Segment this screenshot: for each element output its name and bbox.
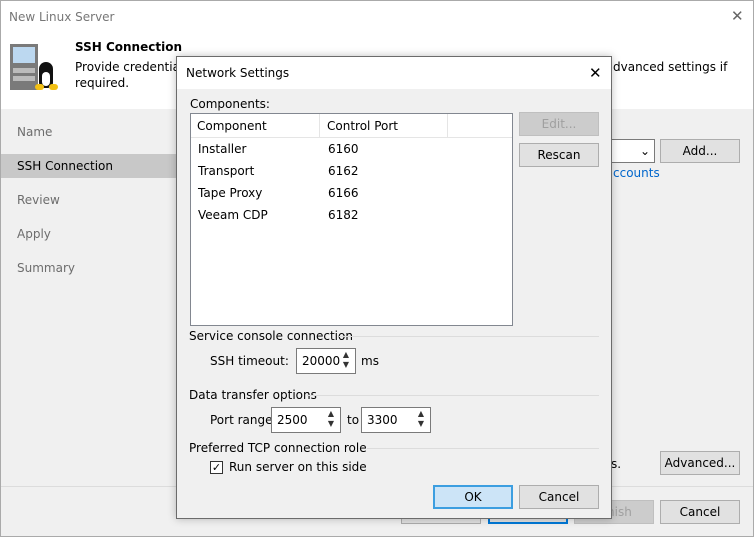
components-label: Components:	[190, 97, 270, 111]
control-port: 6162	[328, 164, 359, 178]
component-name: Transport	[198, 164, 255, 178]
component-name: Veeam CDP	[198, 208, 268, 222]
control-port: 6182	[328, 208, 359, 222]
checkmark-icon: ✓	[211, 461, 222, 474]
rescan-button[interactable]: Rescan	[519, 143, 599, 167]
control-port: 6160	[328, 142, 359, 156]
tcp-role-group: Preferred TCP connection role	[189, 441, 599, 455]
group-label: Preferred TCP connection role	[189, 441, 367, 455]
close-icon[interactable]: ✕	[589, 57, 602, 89]
ok-button[interactable]: OK	[433, 485, 513, 509]
dialog-title: Network Settings	[186, 66, 290, 80]
note-text: s.	[611, 457, 622, 471]
add-button[interactable]: Add...	[660, 139, 740, 163]
components-list[interactable]: Component Control Port Installer 6160 Tra…	[190, 113, 513, 326]
nav-item-apply[interactable]: Apply	[1, 222, 177, 246]
column-header-component[interactable]: Component	[197, 119, 267, 133]
nav-item-summary[interactable]: Summary	[1, 256, 177, 280]
ssh-timeout-value: 20000	[302, 354, 341, 368]
nav-item-ssh-connection[interactable]: SSH Connection	[1, 154, 177, 178]
linux-penguin-icon	[34, 62, 60, 92]
cancel-button[interactable]: Cancel	[660, 500, 740, 524]
edit-button[interactable]: Edit...	[519, 112, 599, 136]
port-from-value: 2500	[277, 413, 308, 427]
header-description: Provide credentials	[75, 60, 190, 74]
port-to-value: 3300	[367, 413, 398, 427]
component-name: Installer	[198, 142, 247, 156]
dialog-title-bar: Network Settings ✕	[177, 57, 611, 89]
port-to-spinner[interactable]: 3300 ▲ ▼	[361, 407, 431, 433]
nav-item-review[interactable]: Review	[1, 188, 177, 212]
close-icon[interactable]: ✕	[731, 7, 744, 25]
spinner-arrows-icon[interactable]: ▲ ▼	[341, 350, 351, 370]
to-label: to	[347, 413, 360, 427]
component-name: Tape Proxy	[198, 186, 263, 200]
list-row[interactable]: Installer 6160	[198, 138, 508, 160]
port-range-label: Port range:	[210, 413, 277, 427]
spinner-arrows-icon[interactable]: ▲ ▼	[326, 409, 336, 429]
window-title: New Linux Server	[9, 10, 115, 24]
list-row[interactable]: Veeam CDP 6182	[198, 204, 508, 226]
port-from-spinner[interactable]: 2500 ▲ ▼	[271, 407, 341, 433]
chevron-down-icon: ⌄	[639, 144, 650, 158]
run-server-checkbox[interactable]: ✓	[210, 461, 223, 474]
network-settings-dialog: Network Settings ✕ Components: Component…	[176, 56, 612, 519]
manage-accounts-link[interactable]: ccounts	[613, 166, 660, 180]
run-server-label[interactable]: Run server on this side	[229, 460, 367, 474]
header-title: SSH Connection	[75, 40, 182, 54]
group-label: Data transfer options	[189, 388, 317, 402]
list-header: Component Control Port	[191, 114, 512, 138]
title-bar: New Linux Server ✕	[1, 1, 753, 34]
ms-label: ms	[361, 354, 379, 368]
dialog-cancel-button[interactable]: Cancel	[519, 485, 599, 509]
service-console-group: Service console connection	[189, 329, 599, 343]
header-description-line2: required.	[75, 76, 130, 90]
spinner-arrows-icon[interactable]: ▲ ▼	[416, 409, 426, 429]
advanced-button[interactable]: Advanced...	[660, 451, 740, 475]
list-row[interactable]: Transport 6162	[198, 160, 508, 182]
ssh-timeout-label: SSH timeout:	[210, 354, 289, 368]
header-description-right: dvanced settings if	[613, 60, 728, 74]
control-port: 6166	[328, 186, 359, 200]
nav-item-name[interactable]: Name	[1, 120, 177, 144]
data-transfer-group: Data transfer options	[189, 388, 599, 402]
group-label: Service console connection	[189, 329, 353, 343]
ssh-timeout-spinner[interactable]: 20000 ▲ ▼	[296, 348, 356, 374]
column-header-control-port[interactable]: Control Port	[327, 119, 398, 133]
list-row[interactable]: Tape Proxy 6166	[198, 182, 508, 204]
